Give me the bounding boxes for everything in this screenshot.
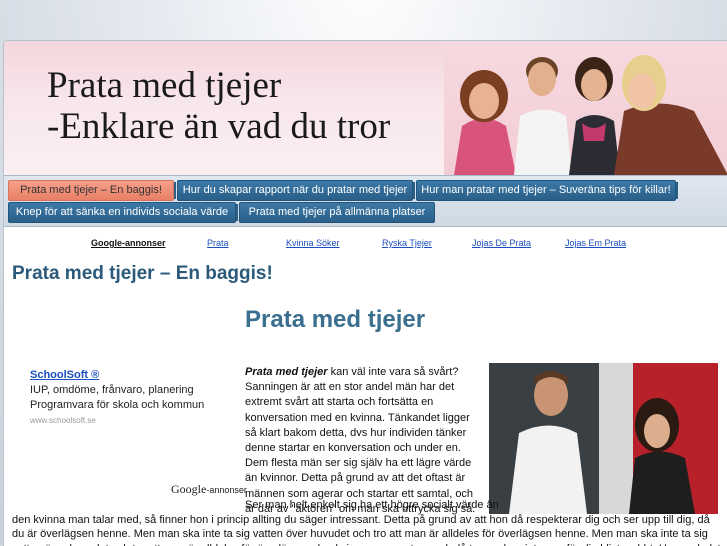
schoolsoft-ad: SchoolSoft ® IUP, omdöme, frånvaro, plan… xyxy=(30,368,230,428)
google-logo-text: Google xyxy=(171,482,206,496)
para2-text: den kvinna man talar med, så finner hon … xyxy=(12,514,724,546)
tab-separator xyxy=(236,204,238,221)
google-ads-logo[interactable]: Google-annonser xyxy=(171,482,247,497)
article-subheading: Prata med tjejer xyxy=(245,306,425,334)
tab-sanka-sociala-varde[interactable]: Knep för att sänka en individs sociala v… xyxy=(8,202,236,223)
tab-separator xyxy=(413,182,415,199)
intro-bold: Prata med tjejer xyxy=(245,366,328,378)
google-logo-suffix: -annonser xyxy=(206,485,247,495)
site-header: Prata med tjejer -Enklare än vad du tror xyxy=(4,41,727,175)
intro-text: kan väl inte vara så svårt? Sanningen är… xyxy=(245,366,475,515)
ad-url[interactable]: www.schoolsoft.se xyxy=(30,413,230,428)
header-people-photo xyxy=(444,41,727,175)
tab-separator xyxy=(174,182,176,199)
article-paragraph-2: Ser man helt enkelt sig ha ett högre soc… xyxy=(12,498,724,546)
tab-suverana-tips[interactable]: Hur man pratar med tjejer – Suveräna tip… xyxy=(416,180,676,201)
page-container: Prata med tjejer -Enklare än vad du tror xyxy=(3,40,727,546)
couple-photo xyxy=(489,363,718,514)
main-navigation: Prata med tjejer – En baggis! Hur du ska… xyxy=(4,175,727,227)
tab-skapar-rapport[interactable]: Hur du skapar rapport när du pratar med … xyxy=(177,180,413,201)
ad-link-jojas-de-prata[interactable]: Jojas De Prata xyxy=(472,238,531,248)
article-intro: Prata med tjejer kan väl inte vara så sv… xyxy=(245,365,480,517)
ad-title-link[interactable]: SchoolSoft ® xyxy=(30,368,230,383)
page-title: Prata med tjejer – En baggis! xyxy=(12,263,273,285)
ad-line-2: Programvara för skola och kommun xyxy=(30,398,230,413)
ad-line-1: IUP, omdöme, frånvaro, planering xyxy=(30,383,230,398)
para2-first-line: Ser man helt enkelt sig ha ett högre soc… xyxy=(12,498,724,513)
tab-separator xyxy=(676,182,678,199)
site-title: Prata med tjejer -Enklare än vad du tror xyxy=(47,65,390,147)
google-ads-label: Google-annonser xyxy=(91,238,166,248)
tab-allmanna-platser[interactable]: Prata med tjejer på allmänna platser xyxy=(239,202,435,223)
tab-prata-med-tjejer[interactable]: Prata med tjejer – En baggis! xyxy=(8,180,174,201)
ad-link-prata[interactable]: Prata xyxy=(207,238,229,248)
ad-link-kvinna-soker[interactable]: Kvinna Söker xyxy=(286,238,340,248)
site-title-line1: Prata med tjejer xyxy=(47,65,281,106)
ad-link-jojas-em-prata[interactable]: Jojas Em Prata xyxy=(565,238,626,248)
ad-links-bar: Google-annonser Prata Kvinna Söker Ryska… xyxy=(4,238,727,254)
ad-link-ryska-tjejer[interactable]: Ryska Tjejer xyxy=(382,238,432,248)
site-title-line2: -Enklare än vad du tror xyxy=(47,106,390,147)
top-background xyxy=(0,0,727,40)
